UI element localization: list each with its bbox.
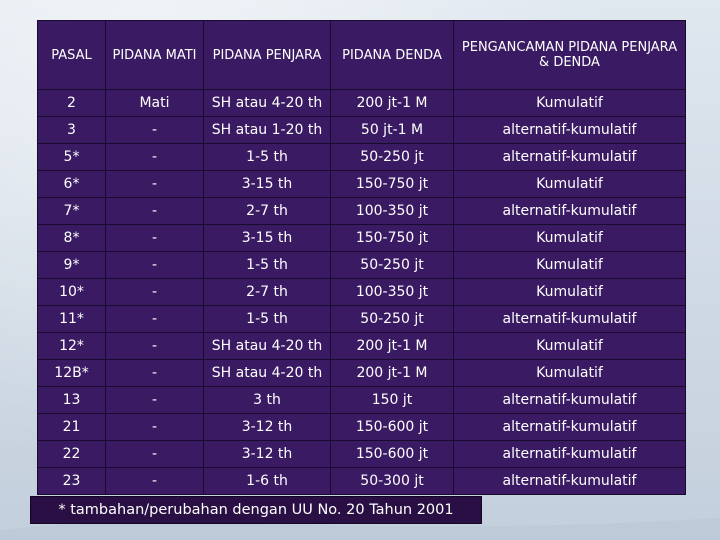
pasal-cell: 6* (37, 170, 106, 198)
table-row: 12* - SH atau 4-20 th 200 jt-1 M Kumulatif (37, 332, 686, 360)
pengancaman-cell: alternatif-kumulatif (453, 440, 686, 468)
pasal-cell: 5* (37, 143, 106, 171)
pidana-mati-cell: - (105, 386, 204, 414)
pengancaman-cell: alternatif-kumulatif (453, 143, 686, 171)
pidana-penjara-cell: 3 th (203, 386, 331, 414)
pidana-denda-cell: 50-250 jt (330, 143, 454, 171)
pidana-penjara-cell: 1-6 th (203, 467, 331, 495)
pidana-denda-cell: 150 jt (330, 386, 454, 414)
pidana-penjara-cell: 1-5 th (203, 305, 331, 333)
pidana-mati-cell: - (105, 224, 204, 252)
pidana-mati-cell: - (105, 413, 204, 441)
pidana-denda-cell: 50 jt-1 M (330, 116, 454, 144)
pengancaman-cell: Kumulatif (453, 224, 686, 252)
pasal-cell: 9* (37, 251, 106, 279)
table-row: 2 Mati SH atau 4-20 th 200 jt-1 M Kumulatif (37, 89, 686, 117)
pasal-table: PASAL PIDANA MATI PIDANA PENJARA PIDANA … (37, 20, 686, 495)
header-pengancaman: PENGANCAMAN PIDANA PENJARA & DENDA (453, 20, 686, 90)
table-row: 13-3 th 150 jt alternatif-kumulatif (37, 386, 686, 414)
pasal-cell: 3 (37, 116, 106, 144)
table-body: 2 Mati SH atau 4-20 th 200 jt-1 M Kumulatif 3… (37, 89, 686, 495)
header-pidana-mati: PIDANA MATI (105, 20, 204, 90)
pengancaman-cell: Kumulatif (453, 89, 686, 117)
pidana-mati-cell: - (105, 197, 204, 225)
pidana-penjara-cell: 3-12 th (203, 440, 331, 468)
pidana-mati-cell: - (105, 170, 204, 198)
pidana-mati-cell: - (105, 332, 204, 360)
pidana-mati-cell: - (105, 440, 204, 468)
pasal-cell: 23 (37, 467, 106, 495)
pasal-cell: 21 (37, 413, 106, 441)
pidana-denda-cell: 50-250 jt (330, 305, 454, 333)
pasal-cell: 7* (37, 197, 106, 225)
pidana-denda-cell: 200 jt-1 M (330, 332, 454, 360)
pengancaman-cell: Kumulatif (453, 251, 686, 279)
table-row: 21-3-12 th 150-600 jt alternatif-kumulatif (37, 413, 686, 441)
pasal-cell: 10* (37, 278, 106, 306)
pidana-denda-cell: 100-350 jt (330, 278, 454, 306)
pidana-denda-cell: 100-350 jt (330, 197, 454, 225)
pidana-mati-cell: - (105, 278, 204, 306)
pidana-penjara-cell: 2-7 th (203, 278, 331, 306)
pengancaman-cell: Kumulatif (453, 332, 686, 360)
pengancaman-cell: alternatif-kumulatif (453, 413, 686, 441)
pidana-mati-cell: - (105, 305, 204, 333)
table-row: 5* -1-5 th 50-250 jt alternatif-kumulatif (37, 143, 686, 171)
pasal-cell: 11* (37, 305, 106, 333)
pidana-penjara-cell: SH atau 4-20 th (203, 89, 331, 117)
pidana-penjara-cell: 3-15 th (203, 224, 331, 252)
pengancaman-cell: Kumulatif (453, 359, 686, 387)
pengancaman-cell: alternatif-kumulatif (453, 386, 686, 414)
pasal-cell: 22 (37, 440, 106, 468)
table-row: 8* -3-15 th 150-750 jt Kumulatif (37, 224, 686, 252)
pidana-denda-cell: 50-300 jt (330, 467, 454, 495)
pidana-denda-cell: 200 jt-1 M (330, 359, 454, 387)
pidana-denda-cell: 200 jt-1 M (330, 89, 454, 117)
pidana-penjara-cell: 1-5 th (203, 251, 331, 279)
pidana-denda-cell: 150-750 jt (330, 170, 454, 198)
pasal-cell: 12* (37, 332, 106, 360)
pidana-denda-cell: 50-250 jt (330, 251, 454, 279)
header-pidana-denda: PIDANA DENDA (330, 20, 454, 90)
pidana-mati-cell: - (105, 467, 204, 495)
pidana-denda-cell: 150-600 jt (330, 413, 454, 441)
pasal-cell: 12B* (37, 359, 106, 387)
pasal-cell: 8* (37, 224, 106, 252)
table-header-row: PASAL PIDANA MATI PIDANA PENJARA PIDANA … (37, 20, 686, 90)
pidana-mati-cell: - (105, 251, 204, 279)
pidana-mati-cell: Mati (105, 89, 204, 117)
footnote: * tambahan/perubahan dengan UU No. 20 Ta… (30, 496, 482, 524)
pidana-penjara-cell: 2-7 th (203, 197, 331, 225)
pidana-mati-cell: - (105, 143, 204, 171)
pidana-denda-cell: 150-750 jt (330, 224, 454, 252)
pengancaman-cell: alternatif-kumulatif (453, 197, 686, 225)
pengancaman-cell: alternatif-kumulatif (453, 305, 686, 333)
table-row: 9* -1-5 th 50-250 jt Kumulatif (37, 251, 686, 279)
table-row: 23-1-6 th 50-300 jt alternatif-kumulatif (37, 467, 686, 495)
pidana-penjara-cell: 3-15 th (203, 170, 331, 198)
table-row: 10* -2-7 th 100-350 jt Kumulatif (37, 278, 686, 306)
pasal-cell: 13 (37, 386, 106, 414)
pidana-penjara-cell: SH atau 4-20 th (203, 359, 331, 387)
header-pidana-penjara: PIDANA PENJARA (203, 20, 331, 90)
table-row: 12B* - SH atau 4-20 th 200 jt-1 M Kumulatif (37, 359, 686, 387)
pidana-denda-cell: 150-600 jt (330, 440, 454, 468)
pengancaman-cell: alternatif-kumulatif (453, 467, 686, 495)
table-row: 6* -3-15 th 150-750 jt Kumulatif (37, 170, 686, 198)
pasal-cell: 2 (37, 89, 106, 117)
header-pasal: PASAL (37, 20, 106, 90)
table-row: 22-3-12 th 150-600 jt alternatif-kumulatif (37, 440, 686, 468)
pidana-penjara-cell: SH atau 4-20 th (203, 332, 331, 360)
pidana-penjara-cell: 3-12 th (203, 413, 331, 441)
table-row: 3- SH atau 1-20 th 50 jt-1 Malternatif-kum… (37, 116, 686, 144)
pengancaman-cell: alternatif-kumulatif (453, 116, 686, 144)
table-row: 7* -2-7 th 100-350 jt alternatif-kumulatif (37, 197, 686, 225)
pidana-penjara-cell: SH atau 1-20 th (203, 116, 331, 144)
pidana-mati-cell: - (105, 359, 204, 387)
pengancaman-cell: Kumulatif (453, 170, 686, 198)
pengancaman-cell: Kumulatif (453, 278, 686, 306)
table-row: 11* -1-5 th 50-250 jt alternatif-kumulatif (37, 305, 686, 333)
pidana-mati-cell: - (105, 116, 204, 144)
pidana-penjara-cell: 1-5 th (203, 143, 331, 171)
